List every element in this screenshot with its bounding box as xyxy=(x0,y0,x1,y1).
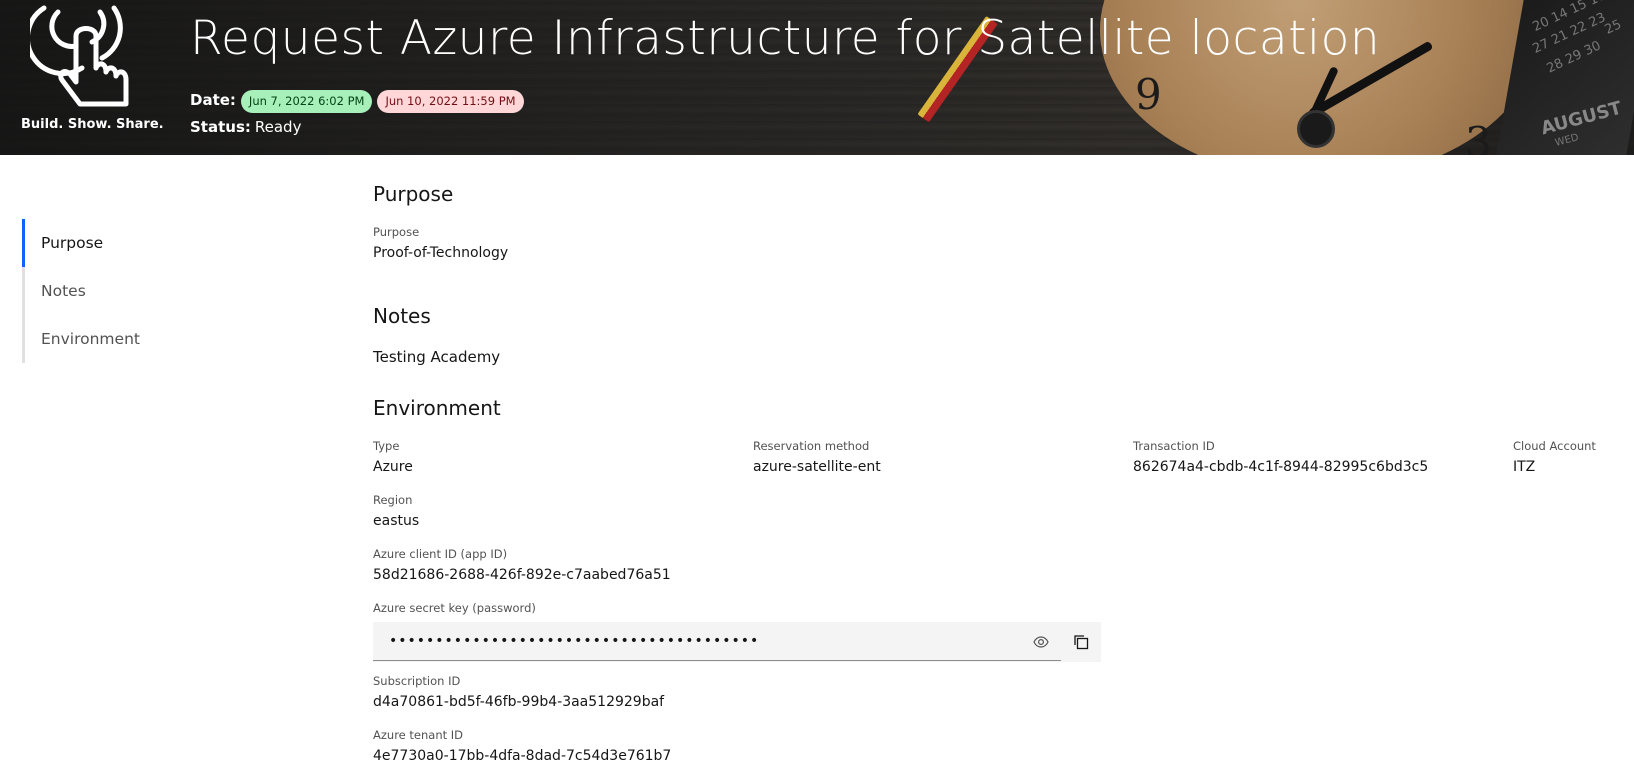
client-id-label: Azure client ID (app ID) xyxy=(373,547,508,561)
reservation-method-value: azure-satellite-ent xyxy=(753,459,881,475)
tenant-id-label: Azure tenant ID xyxy=(373,728,464,742)
copy-button[interactable] xyxy=(1061,622,1101,662)
client-id-value: 58d21686-2688-426f-892e-c7aabed76a51 xyxy=(373,567,671,583)
subscription-id-label: Subscription ID xyxy=(373,674,461,688)
purpose-value: Proof-of-Technology xyxy=(373,245,509,261)
status-row: Status: Ready xyxy=(190,118,301,136)
copy-icon xyxy=(1074,635,1089,650)
clock-hub xyxy=(1297,110,1335,148)
purpose-heading: Purpose xyxy=(373,182,454,206)
eye-icon xyxy=(1033,636,1049,648)
cloud-account-label: Cloud Account xyxy=(1513,439,1596,453)
nav-item-label: Purpose xyxy=(41,234,104,252)
secret-key-label: Azure secret key (password) xyxy=(373,601,536,615)
end-date-tag: Jun 10, 2022 11:59 PM xyxy=(377,90,524,113)
nav-item-environment[interactable]: Environment xyxy=(22,315,322,363)
region-value: eastus xyxy=(373,513,420,529)
status-label: Status: xyxy=(190,118,251,136)
cloud-account-value: ITZ xyxy=(1513,459,1536,475)
reveal-password-button[interactable] xyxy=(1021,622,1061,662)
transaction-id-value: 862674a4-cbdb-4c1f-8944-82995c6bd3c5 xyxy=(1133,459,1429,475)
transaction-id-label: Transaction ID xyxy=(1133,439,1215,453)
type-value: Azure xyxy=(373,459,413,475)
secret-key-input[interactable] xyxy=(373,622,1061,661)
notes-heading: Notes xyxy=(373,304,431,328)
start-date-tag: Jun 7, 2022 6:02 PM xyxy=(240,90,373,113)
purpose-label: Purpose xyxy=(373,225,420,239)
date-row: Date: Jun 7, 2022 6:02 PM Jun 10, 2022 1… xyxy=(190,86,524,113)
nav-item-purpose[interactable]: Purpose xyxy=(22,219,322,267)
clock-number-3: 3 xyxy=(1465,118,1492,155)
reservation-method-label: Reservation method xyxy=(753,439,870,453)
page-banner: 9 3 20 14 15 16 27 21 22 23 28 29 30 25 … xyxy=(0,0,1634,155)
clock-number-9: 9 xyxy=(1135,70,1162,119)
touch-target-icon xyxy=(30,5,129,107)
nav-item-label: Environment xyxy=(41,330,140,348)
type-label: Type xyxy=(373,439,400,453)
side-nav: Purpose Notes Environment xyxy=(22,219,322,363)
nav-item-label: Notes xyxy=(41,282,86,300)
notes-value: Testing Academy xyxy=(373,348,501,366)
page-title: Request Azure Infrastructure for Satelli… xyxy=(190,11,1381,66)
site-logo[interactable]: Build. Show. Share. xyxy=(8,0,164,155)
tenant-id-value: 4e7730a0-17bb-4dfa-8dad-7c54d3e761b7 xyxy=(373,748,672,764)
environment-heading: Environment xyxy=(373,396,501,420)
secret-key-field xyxy=(373,622,1101,662)
region-label: Region xyxy=(373,493,413,507)
status-value: Ready xyxy=(254,118,302,136)
date-label: Date: xyxy=(190,90,236,109)
nav-item-notes[interactable]: Notes xyxy=(22,267,322,315)
logo-tagline: Build. Show. Share. xyxy=(21,117,164,132)
subscription-id-value: d4a70861-bd5f-46fb-99b4-3aa512929baf xyxy=(373,694,665,710)
